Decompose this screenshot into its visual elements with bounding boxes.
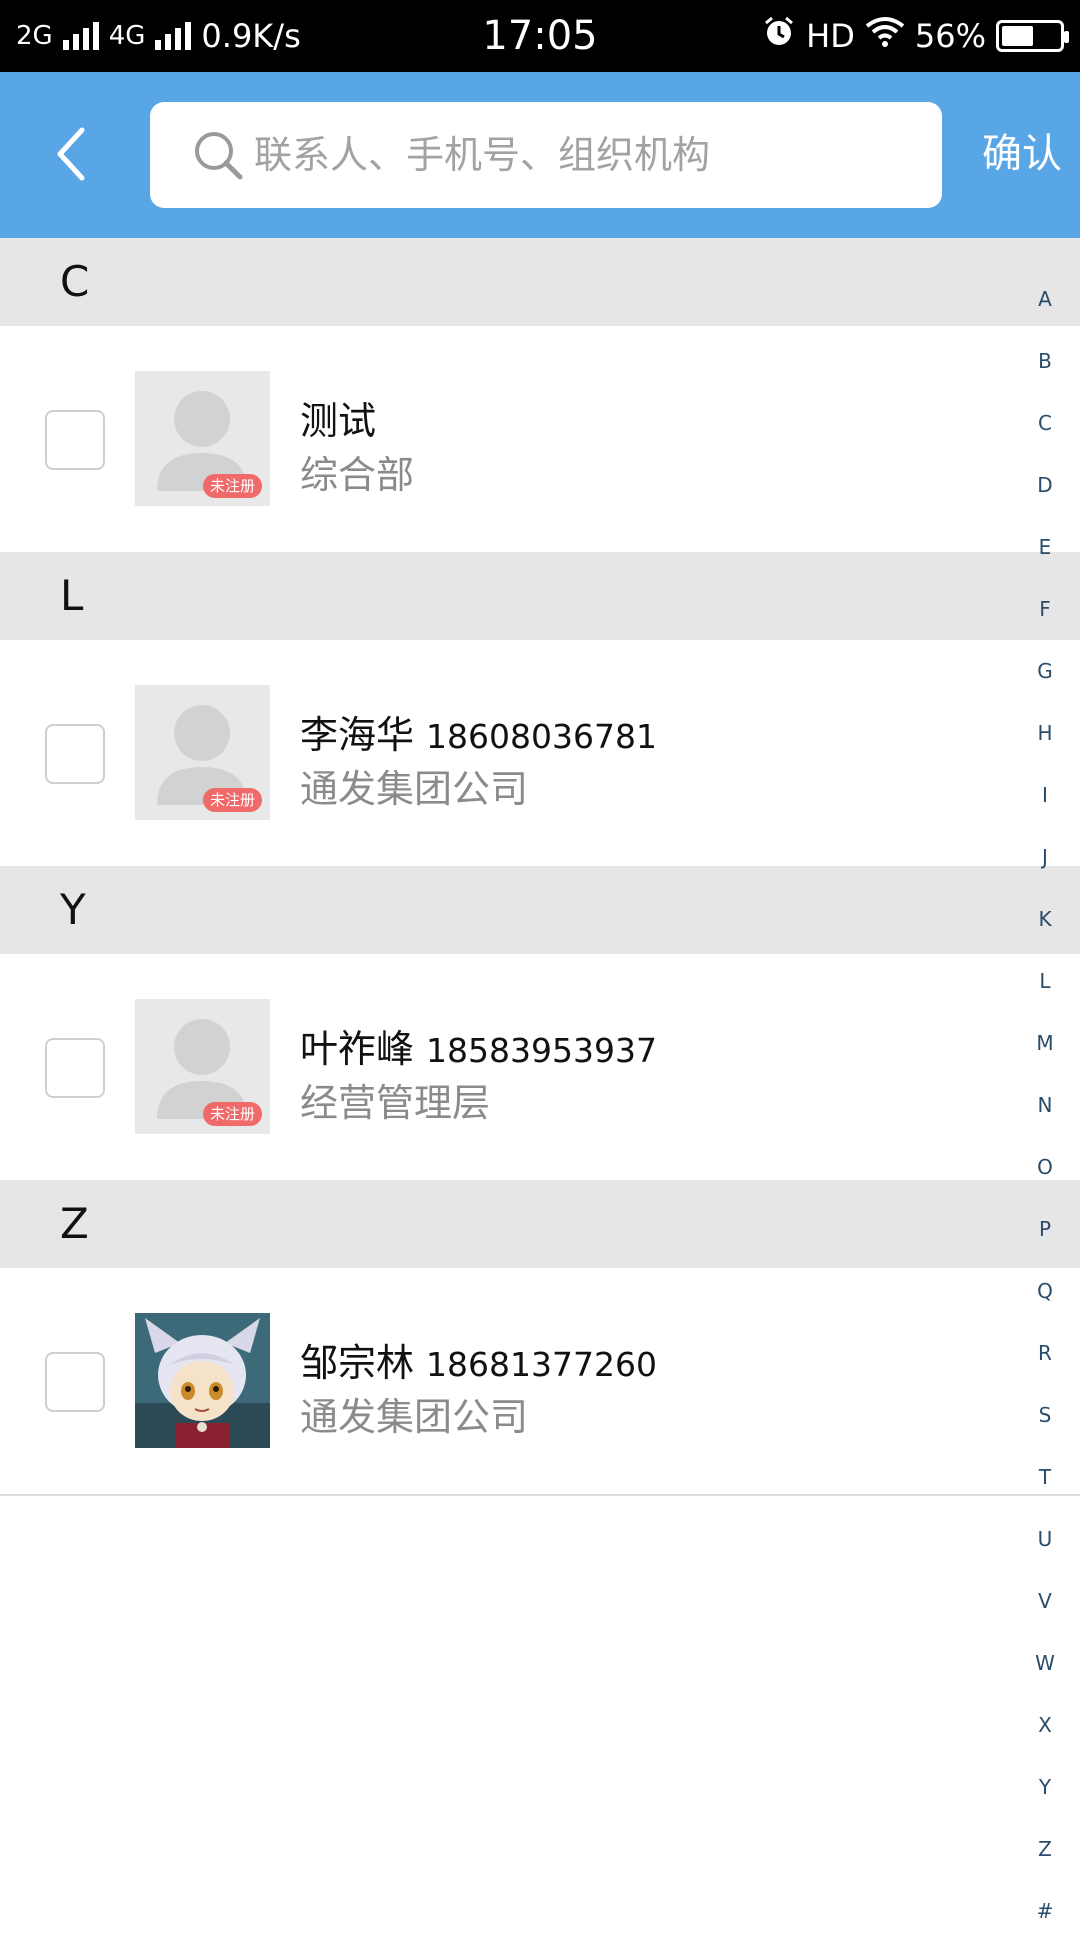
index-letter[interactable]: K — [1010, 888, 1080, 950]
contact-name: 邹宗林 — [300, 1341, 415, 1385]
default-avatar-icon: 未注册 — [135, 371, 270, 506]
user-photo-avatar — [135, 1313, 270, 1448]
section-header: Y — [0, 866, 1080, 954]
index-letter[interactable]: L — [1010, 950, 1080, 1012]
section-header: Z — [0, 1180, 1080, 1268]
index-letter[interactable]: W — [1010, 1632, 1080, 1694]
index-letter[interactable]: N — [1010, 1074, 1080, 1136]
index-letter[interactable]: D — [1010, 454, 1080, 516]
confirm-button[interactable]: 确认 — [978, 114, 1066, 194]
battery-percent: 56% — [914, 17, 986, 55]
index-letter[interactable]: H — [1010, 702, 1080, 764]
hd-indicator: HD — [806, 17, 855, 55]
network-type-2: 4G — [108, 21, 146, 51]
unregistered-badge: 未注册 — [202, 1102, 262, 1126]
back-button[interactable] — [30, 114, 110, 194]
alphabet-index-bar[interactable]: A B C D E F G H I J K L M N O P Q R S T U V W X Y Z # — [1010, 268, 1080, 1942]
unregistered-badge: 未注册 — [202, 788, 262, 812]
contact-name-line: 叶祚峰 18583953937 — [300, 1018, 657, 1073]
contact-department: 通发集团公司 — [300, 767, 529, 811]
index-letter[interactable]: S — [1010, 1384, 1080, 1446]
index-letter[interactable]: M — [1010, 1012, 1080, 1074]
contact-checkbox[interactable] — [45, 1038, 105, 1098]
index-letter[interactable]: P — [1010, 1198, 1080, 1260]
section-letter: C — [60, 257, 90, 306]
search-input[interactable] — [252, 114, 942, 196]
app-bar: 确认 — [0, 72, 1080, 238]
index-letter[interactable]: Y — [1010, 1756, 1080, 1818]
section-header: C — [0, 238, 1080, 326]
contact-department: 经营管理层 — [300, 1081, 491, 1125]
index-letter[interactable]: I — [1010, 764, 1080, 826]
contact-phone: 18583953937 — [426, 1031, 657, 1070]
section-header: L — [0, 552, 1080, 640]
index-letter[interactable]: C — [1010, 392, 1080, 454]
index-letter[interactable]: # — [1010, 1880, 1080, 1942]
contact-phone: 18608036781 — [426, 717, 657, 756]
contact-row[interactable]: 未注册 测试综合部 — [0, 326, 1080, 552]
index-letter[interactable]: Q — [1010, 1260, 1080, 1322]
contact-name: 李海华 — [300, 713, 415, 757]
network-speed: 0.9K/s — [201, 17, 301, 55]
contact-name: 测试 — [300, 399, 377, 443]
index-letter[interactable]: V — [1010, 1570, 1080, 1632]
contact-name: 叶祚峰 — [300, 1027, 415, 1071]
default-avatar-icon: 未注册 — [135, 999, 270, 1134]
index-letter[interactable]: F — [1010, 578, 1080, 640]
signal-icon — [155, 22, 192, 50]
default-avatar-icon: 未注册 — [135, 685, 270, 820]
index-letter[interactable]: B — [1010, 330, 1080, 392]
status-right: HD 56% — [762, 15, 1069, 57]
section-letter: Z — [60, 1199, 89, 1248]
status-bar: 2G 4G 0.9K/s 17:05 HD 56% — [0, 0, 1080, 72]
index-letter[interactable]: U — [1010, 1508, 1080, 1570]
contact-department: 综合部 — [300, 453, 415, 497]
contact-checkbox[interactable] — [45, 724, 105, 784]
search-icon — [195, 132, 243, 180]
index-letter[interactable]: T — [1010, 1446, 1080, 1508]
index-letter[interactable]: X — [1010, 1694, 1080, 1756]
contact-checkbox[interactable] — [45, 1352, 105, 1412]
index-letter[interactable]: J — [1010, 826, 1080, 888]
section-letter: L — [60, 571, 84, 620]
section-letter: Y — [60, 885, 86, 934]
index-letter[interactable]: Z — [1010, 1818, 1080, 1880]
index-letter[interactable]: E — [1010, 516, 1080, 578]
network-type-1: 2G — [16, 21, 53, 51]
unregistered-badge: 未注册 — [202, 474, 262, 498]
index-letter[interactable]: G — [1010, 640, 1080, 702]
alarm-icon — [762, 15, 796, 57]
index-letter[interactable]: A — [1010, 268, 1080, 330]
battery-icon — [996, 20, 1069, 52]
contact-name-line: 测试 — [300, 390, 376, 445]
signal-icon — [62, 22, 99, 50]
index-letter[interactable]: R — [1010, 1322, 1080, 1384]
contact-checkbox[interactable] — [45, 410, 105, 470]
contact-name-line: 邹宗林 18681377260 — [300, 1332, 657, 1387]
contact-name-line: 李海华 18608036781 — [300, 704, 657, 759]
status-left: 2G 4G 0.9K/s — [16, 17, 301, 55]
contact-department: 通发集团公司 — [300, 1395, 529, 1439]
wifi-icon — [865, 16, 905, 56]
index-letter[interactable]: O — [1010, 1136, 1080, 1198]
search-bar[interactable] — [150, 102, 942, 208]
list-divider — [0, 1494, 1080, 1496]
contact-phone: 18681377260 — [426, 1345, 657, 1384]
contact-row[interactable]: 未注册 李海华 18608036781 通发集团公司 — [0, 640, 1080, 866]
chevron-left-icon — [57, 127, 85, 181]
contact-list: C 未注册 测试 综合部 L 未注册 李海华 18608036781 通发集团公司 Y 未注册 叶祚峰… — [0, 238, 1080, 1496]
contact-row[interactable]: 邹宗林 18681377260 通发集团公司 — [0, 1268, 1080, 1494]
contact-row[interactable]: 未注册 叶祚峰 18583953937 经营管理层 — [0, 954, 1080, 1180]
